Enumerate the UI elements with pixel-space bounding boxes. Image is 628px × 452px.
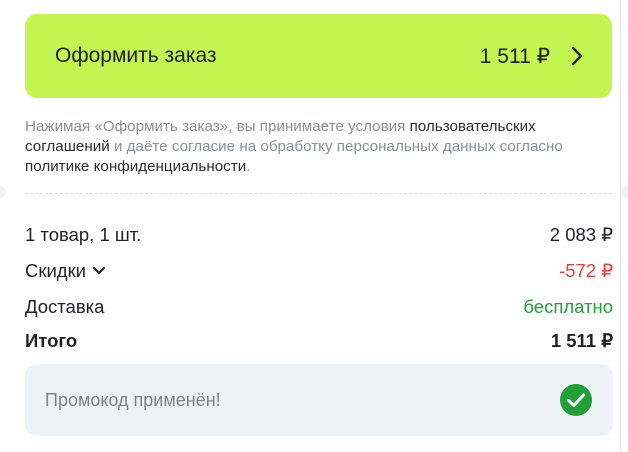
legal-text-middle: и даёте согласие на обработку персональн… [109,138,563,155]
legal-text-suffix: . [246,158,251,175]
items-price: 2 083 ₽ [549,224,613,245]
privacy-policy-link[interactable]: политике конфиденциальности [25,158,246,175]
discount-toggle[interactable]: Скидки [25,260,106,282]
chevron-down-icon [93,267,106,274]
items-count-label: 1 товар, 1 шт. [25,224,142,245]
promo-status-text: Промокод применён! [45,389,221,410]
chevron-right-icon [571,46,583,66]
delivery-value: бесплатно [523,296,613,317]
checkout-button[interactable]: Оформить заказ 1 511 ₽ [25,14,612,98]
dashed-divider [25,193,612,194]
promo-code-status: Промокод применён! [25,364,613,436]
delivery-label: Доставка [25,296,105,317]
legal-notice: Нажимая «Оформить заказ», вы принимаете … [25,117,615,177]
discount-value: -572 ₽ [559,260,613,281]
total-label: Итого [25,330,78,351]
checkout-button-right: 1 511 ₽ [480,44,584,69]
discount-label: Скидки [25,260,87,281]
legal-text-prefix: Нажимая «Оформить заказ», вы принимаете … [25,118,410,135]
card-border [620,0,628,452]
card-notch-right [622,186,628,198]
summary-row-items: 1 товар, 1 шт. 2 083 ₽ [25,224,613,246]
checkout-button-label: Оформить заказ [55,44,217,67]
summary-row-discount: Скидки -572 ₽ [25,260,613,282]
summary-row-total: Итого 1 511 ₽ [25,330,613,352]
checkout-total: 1 511 ₽ [479,44,550,68]
summary-row-delivery: Доставка бесплатно [25,296,613,318]
check-circle-icon [560,384,592,416]
card-notch-left [0,186,6,198]
total-value: 1 511 ₽ [550,330,613,351]
